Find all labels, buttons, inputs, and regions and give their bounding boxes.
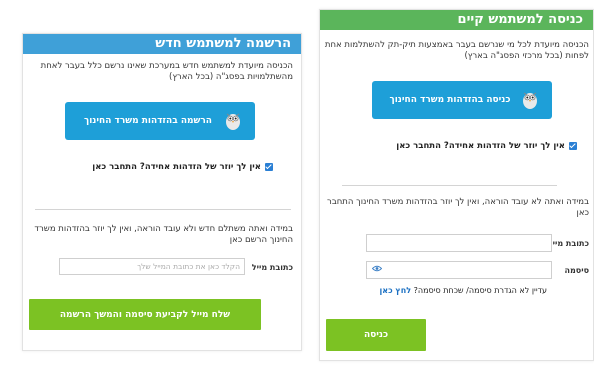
existing-user-divider bbox=[342, 185, 557, 186]
new-user-divider bbox=[35, 209, 291, 210]
new-user-email-label: כתובת מייל bbox=[251, 263, 293, 272]
existing-user-email-label: כתובת מייל bbox=[547, 239, 589, 248]
existing-user-no-id-text: אין לך יוזר של הזדהות אחידה? התחבר כאן bbox=[396, 141, 565, 151]
existing-user-no-id-option[interactable]: אין לך יוזר של הזדהות אחידה? התחבר כאן bbox=[396, 141, 577, 151]
existing-user-panel-title: כניסה למשתמש קיים bbox=[320, 10, 593, 30]
existing-user-password-field bbox=[366, 261, 552, 279]
new-user-panel-title: הרשמה למשתמש חדש bbox=[23, 34, 301, 54]
existing-user-forgot-text: עדיין לא הגדרת סיסמה/ שכחת סיסמה? bbox=[413, 286, 547, 295]
existing-user-login-button[interactable]: כניסה bbox=[326, 319, 426, 351]
existing-user-edu-id-label: כניסה בהזדהות משרד החינוך bbox=[389, 95, 511, 105]
existing-user-password-input[interactable] bbox=[366, 261, 552, 279]
eye-icon[interactable] bbox=[372, 265, 382, 272]
new-user-no-id-text: אין לך יוזר של הזדהות אחידה? התחבר כאן bbox=[92, 162, 261, 172]
existing-user-edu-id-button[interactable]: כניסה בהזדהות משרד החינוך bbox=[372, 81, 552, 119]
new-user-teacher-text: במידה ואתה משתלם חדש ולא עובד הוראה, ואי… bbox=[34, 224, 293, 245]
new-user-panel: הרשמה למשתמש חדש הכניסה מיועדת למשתמש חד… bbox=[22, 33, 302, 351]
existing-user-forgot-line: עדיין לא הגדרת סיסמה/ שכחת סיסמה? לחץ כא… bbox=[380, 286, 547, 295]
new-user-edu-id-button[interactable]: הרשמה בהזדהות משרד החינוך bbox=[65, 102, 255, 140]
new-user-submit-button[interactable]: שלח מייל לקביעת סיסמה והמשך הרשמה bbox=[29, 299, 261, 330]
checkbox-checked-icon[interactable] bbox=[569, 142, 577, 150]
new-user-intro-text: הכניסה מיועדת למשתמש חדש במערכת שאינו נר… bbox=[40, 61, 293, 82]
new-user-edu-id-label: הרשמה בהזדהות משרד החינוך bbox=[84, 116, 212, 126]
existing-user-intro-text: הכניסה מיועדת לכל מי שנרשם בעבר באמצעות … bbox=[324, 40, 589, 61]
existing-user-forgot-link[interactable]: לחץ כאן bbox=[380, 286, 412, 295]
new-user-email-input[interactable] bbox=[59, 258, 245, 275]
existing-user-teacher-text: במידה ואתה לא עובד הוראה, ואין לך יוזר ב… bbox=[327, 197, 589, 218]
existing-user-email-input[interactable] bbox=[366, 234, 552, 252]
existing-user-panel: כניסה למשתמש קיים הכניסה מיועדת לכל מי ש… bbox=[319, 9, 594, 361]
existing-user-password-label: סיסמה bbox=[564, 266, 589, 275]
checkbox-checked-icon[interactable] bbox=[265, 163, 273, 171]
new-user-no-id-option[interactable]: אין לך יוזר של הזדהות אחידה? התחבר כאן bbox=[92, 162, 273, 172]
